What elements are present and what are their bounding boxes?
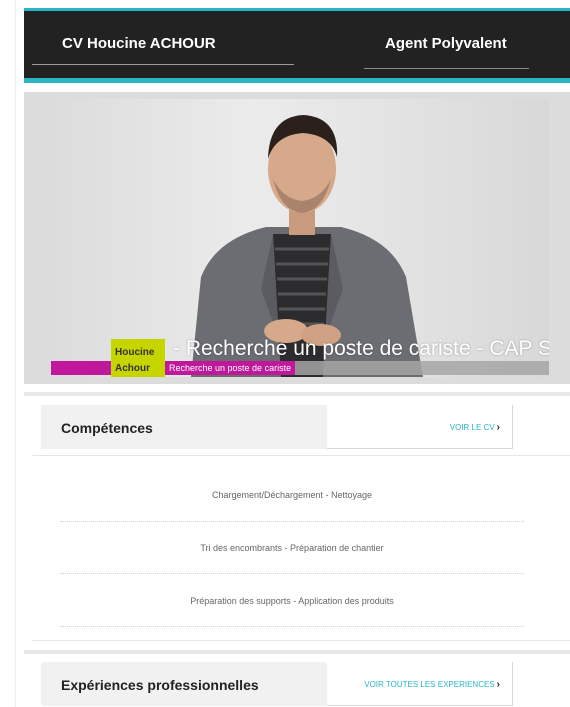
view-experiences-link[interactable]: VOIR TOUTES LES EXPERIENCES ›	[364, 679, 500, 690]
experience-title: Expériences professionnelles	[61, 677, 259, 693]
experience-section-header: Expériences professionnelles VOIR TOUTES…	[41, 662, 513, 706]
skill-divider	[60, 573, 524, 574]
header-cyan-bar	[24, 78, 570, 83]
section-separator	[32, 455, 570, 456]
skills-title-box: Compétences	[41, 405, 327, 449]
left-rail	[0, 0, 16, 707]
cv-header: CV Houcine ACHOUR Agent Polyvalent	[24, 8, 570, 78]
view-cv-button[interactable]: VOIR LE CV ›	[327, 405, 513, 449]
skill-divider	[60, 626, 524, 627]
video-player[interactable]: - Recherche un poste de cariste - CAP Se…	[51, 99, 549, 377]
skill-item: Tri des encombrants - Préparation de cha…	[200, 543, 384, 553]
skills-title: Compétences	[61, 420, 153, 436]
experience-title-box: Expériences professionnelles	[41, 662, 327, 706]
job-title: Agent Polyvalent	[385, 35, 507, 52]
view-experiences-label: VOIR TOUTES LES EXPERIENCES	[364, 680, 495, 689]
header-accent-line	[24, 8, 570, 11]
video-overlay-title: - Recherche un poste de cariste - CAP Se…	[173, 337, 549, 360]
skill-item: Préparation des supports - Application d…	[190, 596, 394, 606]
section-divider	[24, 392, 570, 396]
view-cv-label: VOIR LE CV	[449, 423, 495, 432]
skill-divider	[60, 521, 524, 522]
skills-section-header: Compétences VOIR LE CV ›	[41, 405, 513, 449]
cv-name-underline	[32, 64, 294, 65]
lower-third-accent	[51, 361, 111, 375]
job-title-underline	[364, 68, 529, 69]
badge-last-name: Achour	[115, 363, 150, 374]
view-experiences-button[interactable]: VOIR TOUTES LES EXPERIENCES ›	[327, 662, 513, 706]
view-cv-link[interactable]: VOIR LE CV ›	[450, 422, 500, 433]
video-tag: Recherche un poste de cariste	[165, 361, 296, 375]
cv-name: CV Houcine ACHOUR	[62, 35, 216, 52]
section-divider	[24, 650, 570, 654]
badge-first-name: Houcine	[115, 347, 155, 358]
name-badge: Houcine Achour	[111, 339, 165, 377]
presenter-image	[191, 115, 423, 377]
section-separator	[32, 640, 570, 641]
chevron-right-icon: ›	[496, 422, 500, 433]
skill-item: Chargement/Déchargement - Nettoyage	[211, 490, 373, 500]
video-container: - Recherche un poste de cariste - CAP Se…	[24, 92, 570, 384]
chevron-right-icon: ›	[496, 679, 500, 690]
